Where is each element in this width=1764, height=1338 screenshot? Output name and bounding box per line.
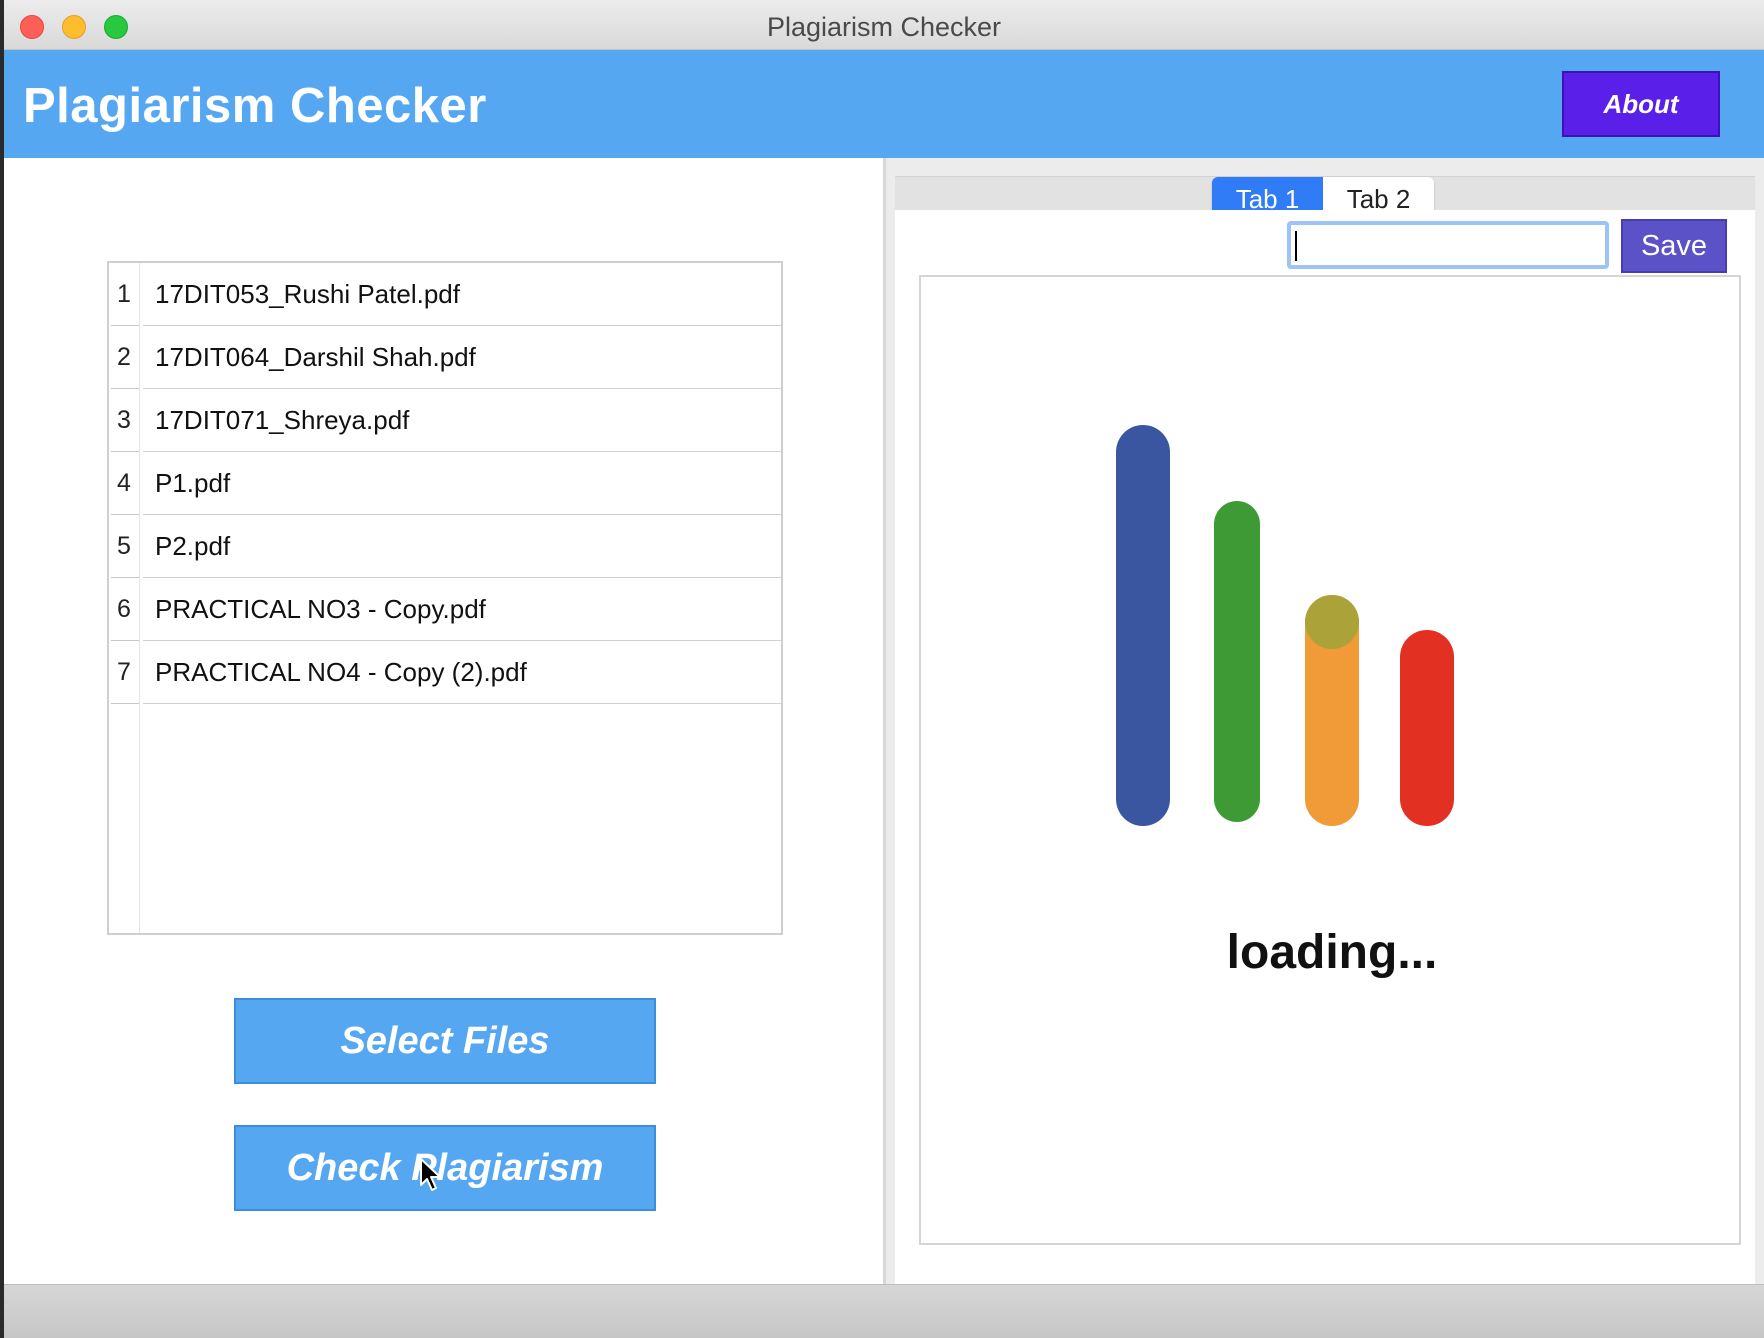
left-panel: 1 17DIT053_Rushi Patel.pdf 2 17DIT064_Da…	[4, 158, 886, 1284]
check-plagiarism-button[interactable]: Check Plagiarism	[234, 1125, 656, 1211]
tab-content: Save loading...	[895, 210, 1755, 1284]
file-name[interactable]: P2.pdf	[143, 515, 781, 578]
app-window: Plagiarism Checker Plagiarism Checker Ab…	[4, 0, 1764, 1338]
list-item[interactable]: 1 17DIT053_Rushi Patel.pdf	[109, 263, 781, 326]
file-name[interactable]: P1.pdf	[143, 452, 781, 515]
right-panel: Tab 1 Tab 2 Save loading...	[889, 158, 1764, 1284]
list-item[interactable]: 2 17DIT064_Darshil Shah.pdf	[109, 326, 781, 389]
row-number: 5	[109, 515, 139, 578]
app-title: Plagiarism Checker	[23, 79, 487, 133]
file-name[interactable]: 17DIT053_Rushi Patel.pdf	[143, 263, 781, 326]
row-number: 7	[109, 641, 139, 704]
row-number: 3	[109, 389, 139, 452]
loading-animation	[1116, 425, 1454, 826]
row-number: 1	[109, 263, 139, 326]
file-name[interactable]: PRACTICAL NO4 - Copy (2).pdf	[143, 641, 781, 704]
list-item[interactable]: 6 PRACTICAL NO3 - Copy.pdf	[109, 578, 781, 641]
result-preview: loading...	[919, 275, 1741, 1245]
title-bar: Plagiarism Checker	[4, 0, 1764, 50]
select-files-button[interactable]: Select Files	[234, 998, 656, 1084]
loading-text: loading...	[1226, 926, 1438, 979]
file-name[interactable]: PRACTICAL NO3 - Copy.pdf	[143, 578, 781, 641]
save-button[interactable]: Save	[1621, 219, 1727, 273]
list-item[interactable]: 3 17DIT071_Shreya.pdf	[109, 389, 781, 452]
row-number: 6	[109, 578, 139, 641]
row-number: 4	[109, 452, 139, 515]
file-list[interactable]: 1 17DIT053_Rushi Patel.pdf 2 17DIT064_Da…	[107, 261, 783, 935]
list-item[interactable]: 4 P1.pdf	[109, 452, 781, 515]
bottom-bar	[4, 1284, 1764, 1338]
row-number: 2	[109, 326, 139, 389]
filename-input[interactable]	[1287, 221, 1609, 269]
list-item[interactable]: 7 PRACTICAL NO4 - Copy (2).pdf	[109, 641, 781, 704]
file-name[interactable]: 17DIT071_Shreya.pdf	[143, 389, 781, 452]
text-caret	[1295, 231, 1297, 261]
loader-dot-olive	[1305, 595, 1359, 649]
app-header: Plagiarism Checker About	[4, 50, 1764, 158]
window-title: Plagiarism Checker	[766, 12, 1002, 42]
list-item[interactable]: 5 P2.pdf	[109, 515, 781, 578]
file-name[interactable]: 17DIT064_Darshil Shah.pdf	[143, 326, 781, 389]
mouse-pointer-icon	[420, 1158, 441, 1191]
about-button[interactable]: About	[1562, 71, 1720, 137]
